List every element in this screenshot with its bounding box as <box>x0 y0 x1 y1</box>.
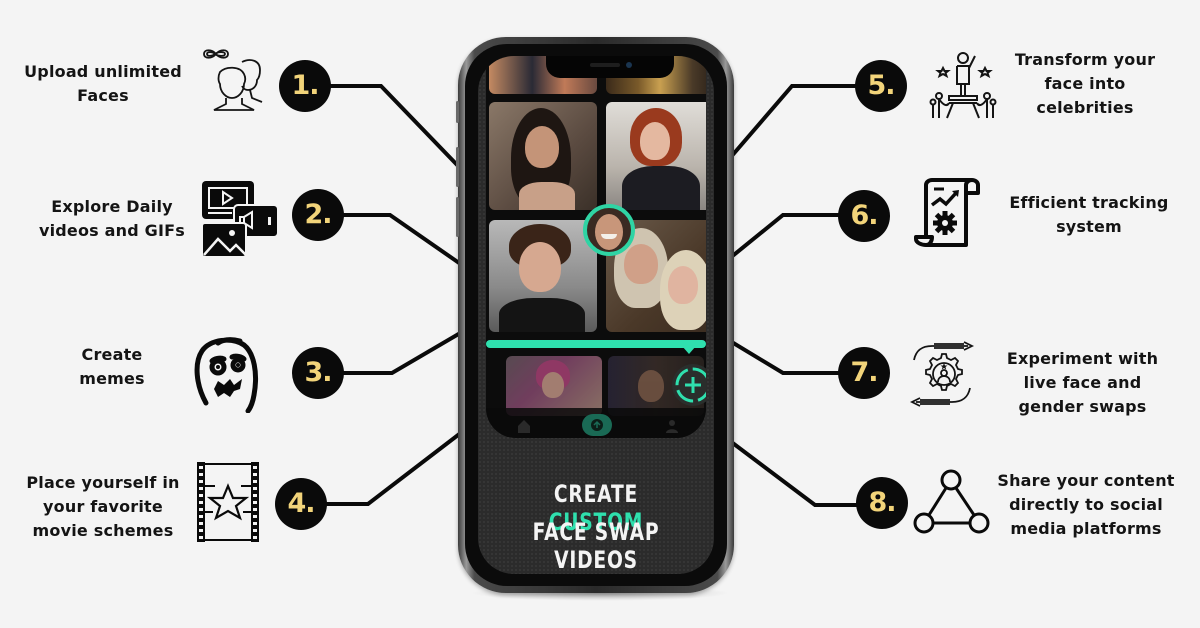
connector-3 <box>335 330 464 375</box>
feature-8-line-1: Share your content <box>997 471 1175 490</box>
feature-4-line-2: your favorite <box>43 497 163 516</box>
speaker <box>590 63 620 67</box>
feature-8-line-2: directly to social <box>1009 495 1163 514</box>
teal-divider <box>486 340 706 348</box>
feature-8-line-3: media platforms <box>1010 519 1162 538</box>
connector-1 <box>325 84 464 172</box>
app-bottom-nav <box>486 408 706 438</box>
app-screen <box>486 56 706 438</box>
nav-upload[interactable] <box>582 414 612 436</box>
connector-5 <box>728 84 858 160</box>
home-icon <box>518 420 530 433</box>
feature-8-text: Share your content directly to social me… <box>990 469 1182 541</box>
tracking-report-icon <box>914 178 980 247</box>
phone-notch <box>546 56 674 78</box>
connector-8 <box>728 439 858 507</box>
feature-7-text: Experiment with live face and gender swa… <box>1000 347 1165 419</box>
badge-2: 2. <box>292 189 344 241</box>
feature-1-line-2: Faces <box>77 86 129 105</box>
feature-7-line-2: live face and <box>1023 373 1142 392</box>
feature-2-text: Explore Daily videos and GIFs <box>32 195 192 243</box>
feature-5-text: Transform your face into celebrities <box>1005 48 1165 120</box>
feature-1-text: Upload unlimited Faces <box>18 60 188 108</box>
add-icon <box>675 367 706 403</box>
connector-2 <box>335 213 464 267</box>
add-face-button[interactable] <box>672 364 706 406</box>
profile-icon <box>666 420 678 433</box>
badge-6: 6. <box>838 190 890 242</box>
swap-gear-user-icon <box>909 341 975 407</box>
feature-1-line-1: Upload unlimited <box>24 62 182 81</box>
feature-7-line-1: Experiment with <box>1006 349 1159 368</box>
feature-6-line-1: Efficient tracking <box>1009 193 1169 212</box>
phone-screen: CREATE CUSTOM FACE SWAP VIDEOS <box>478 56 714 574</box>
meme-face-icon <box>194 337 259 413</box>
feature-2-line-2: videos and GIFs <box>38 221 186 240</box>
feature-5-line-3: celebrities <box>1036 98 1134 117</box>
video-thumb-celebrity-3[interactable] <box>489 220 597 332</box>
feature-4-line-1: Place yourself in <box>26 473 180 492</box>
badge-8: 8. <box>856 477 908 529</box>
feature-2-line-1: Explore Daily <box>51 197 173 216</box>
user-face-avatar[interactable] <box>583 204 635 256</box>
teal-pointer <box>682 346 696 354</box>
badge-5: 5. <box>855 60 907 112</box>
phone-volume-down <box>456 197 459 237</box>
phone-bezel: CREATE CUSTOM FACE SWAP VIDEOS <box>465 44 727 586</box>
nav-home[interactable] <box>516 418 532 438</box>
badge-1: 1. <box>279 60 331 112</box>
headline-create: CREATE <box>553 480 639 508</box>
media-video-gif-icon <box>201 181 279 258</box>
phone-volume-up <box>456 147 459 187</box>
share-network-icon <box>913 469 990 534</box>
nav-profile[interactable] <box>664 418 680 438</box>
connector-6 <box>728 213 843 260</box>
feature-4-line-3: movie schemes <box>32 521 174 540</box>
connector-4 <box>318 430 464 506</box>
video-thumb-celebrity-2[interactable] <box>606 102 706 210</box>
celebrity-stage-icon <box>929 52 997 119</box>
feature-7-line-3: gender swaps <box>1018 397 1147 416</box>
feature-5-line-1: Transform your <box>1014 50 1156 69</box>
headline-line-2: FACE SWAP VIDEOS <box>532 518 660 574</box>
feature-6-line-2: system <box>1056 217 1122 236</box>
badge-3: 3. <box>292 347 344 399</box>
video-thumb-dim-1[interactable] <box>506 356 602 416</box>
feature-6-text: Efficient tracking system <box>1000 191 1178 239</box>
film-strip-star-icon <box>197 462 259 542</box>
phone-mockup: CREATE CUSTOM FACE SWAP VIDEOS <box>456 37 734 593</box>
feature-3-text: Create memes <box>62 343 162 391</box>
badge-7: 7. <box>838 347 890 399</box>
video-thumb-celebrity-1[interactable] <box>489 102 597 210</box>
feature-4-text: Place yourself in your favorite movie sc… <box>18 471 188 543</box>
badge-4: 4. <box>275 478 327 530</box>
feature-3-line-1: Create <box>81 345 143 364</box>
phone-side-button <box>456 101 459 123</box>
upload-icon <box>591 419 603 431</box>
feature-3-line-2: memes <box>79 369 145 388</box>
infinity-faces-icon <box>203 49 263 111</box>
connector-7 <box>728 339 843 375</box>
feature-5-line-2: face into <box>1044 74 1126 93</box>
front-camera <box>626 62 632 68</box>
